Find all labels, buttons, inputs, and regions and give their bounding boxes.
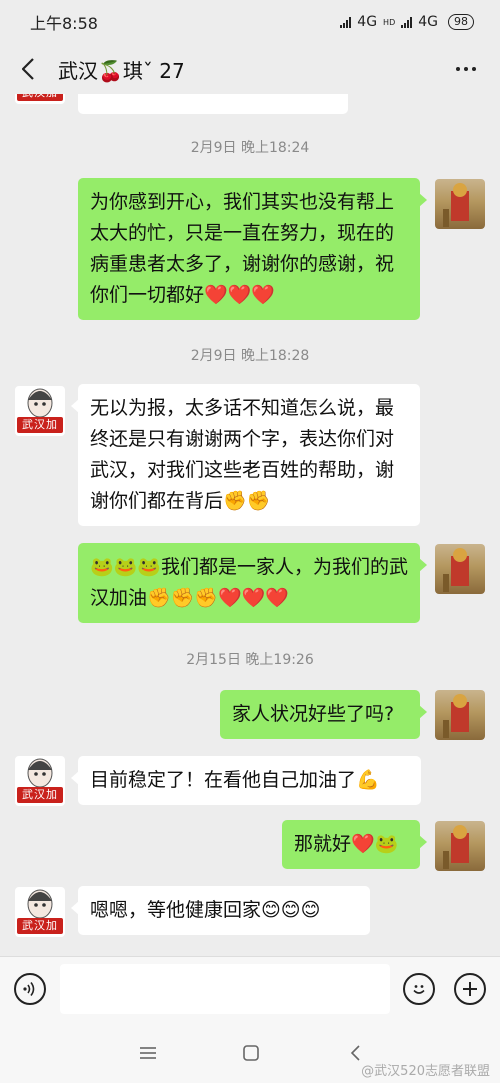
avatar-badge: 武汉加油: [17, 787, 63, 806]
message-text: 🐸🐸🐸我们都是一家人，为我们的武汉加油✊✊✊❤️❤️❤️: [90, 556, 408, 609]
avatar-self[interactable]: [435, 179, 485, 229]
emoji-button[interactable]: [403, 973, 435, 1005]
message-bubble[interactable]: 无以为报，太多话不知道怎么说，最终还是只有谢谢两个字，表达你们对武汉，对我们这些…: [71, 384, 420, 526]
status-bar: 上午8:58 4G HD 4G 98: [0, 0, 500, 44]
message-text: 无以为报，太多话不知道怎么说，最终还是只有谢谢两个字，表达你们对武汉，对我们这些…: [90, 397, 395, 512]
message-bubble[interactable]: 嗯嗯，等他健康回家😊😊😊: [71, 886, 370, 935]
message-text: 目前稳定了！在看他自己加油了💪: [90, 769, 380, 791]
avatar[interactable]: 武汉加油: [15, 887, 65, 937]
avatar-badge: 武汉加油: [17, 417, 63, 436]
timestamp: 2月15日 晚上19:26: [186, 652, 314, 668]
avatar[interactable]: 武汉加油: [15, 386, 65, 436]
avatar-self[interactable]: [435, 544, 485, 594]
status-indicators: 4G HD 4G 98: [340, 14, 474, 30]
back-icon[interactable]: [18, 55, 38, 83]
avatar[interactable]: 武汉加油: [15, 756, 65, 806]
network-label-2: 4G: [418, 14, 438, 30]
message-text: 嗯嗯，等他健康回家😊😊😊: [90, 899, 321, 921]
signal-icon: [340, 16, 352, 28]
network-label-1: 4G: [357, 14, 378, 30]
avatar-self[interactable]: [435, 821, 485, 871]
system-navigation-bar: @武汉520志愿者联盟: [0, 1022, 500, 1083]
message-bubble[interactable]: 那就好❤️🐸: [282, 820, 427, 869]
girl-face-icon: [27, 758, 53, 788]
plus-icon: [463, 982, 477, 996]
home-icon[interactable]: [240, 1042, 262, 1064]
message-bubble[interactable]: 为你感到开心，我们其实也没有帮上太大的忙，只是一直在努力，现在的病重患者太多了，…: [78, 178, 427, 320]
girl-face-icon: [27, 889, 53, 919]
avatar[interactable]: 武汉加油: [15, 94, 65, 104]
timestamp: 2月9日 晚上18:24: [190, 140, 310, 156]
more-options-icon[interactable]: [450, 67, 482, 71]
watermark: @武汉520志愿者联盟: [361, 1064, 490, 1079]
chat-header: 武汉🍒琪ˇ 27: [0, 44, 500, 94]
message-text: 家人状况好些了吗?: [232, 703, 395, 725]
chat-messages[interactable]: 武汉加油 …… 2月9日 晚上18:24 为你感到开心，我们其实也没有帮上太大的…: [0, 94, 500, 956]
menu-icon[interactable]: [137, 1042, 159, 1064]
message-text: 那就好❤️🐸: [294, 833, 399, 855]
more-functions-button[interactable]: [454, 973, 486, 1005]
avatar-badge: 武汉加油: [17, 94, 63, 104]
message-bubble[interactable]: 目前稳定了！在看他自己加油了💪: [71, 756, 421, 805]
status-time: 上午8:58: [30, 14, 98, 33]
battery-icon: 98: [448, 14, 474, 30]
message-text: 为你感到开心，我们其实也没有帮上太大的忙，只是一直在努力，现在的病重患者太多了，…: [90, 191, 395, 306]
message-bubble[interactable]: 🐸🐸🐸我们都是一家人，为我们的武汉加油✊✊✊❤️❤️❤️: [78, 543, 427, 623]
chat-title: 武汉🍒琪ˇ 27: [58, 58, 185, 83]
message-bubble-partial[interactable]: ……: [78, 94, 348, 114]
girl-face-icon: [27, 388, 53, 418]
voice-icon: [23, 982, 35, 996]
smiley-icon: [413, 985, 425, 994]
input-bar: [0, 956, 500, 1022]
avatar-badge: 武汉加油: [17, 918, 63, 937]
avatar-self[interactable]: [435, 690, 485, 740]
message-bubble[interactable]: 家人状况好些了吗?: [220, 690, 427, 739]
hd-label: HD: [383, 17, 396, 27]
voice-input-button[interactable]: [14, 973, 46, 1005]
signal-icon-2: [401, 16, 413, 28]
message-input[interactable]: [60, 964, 390, 1014]
timestamp: 2月9日 晚上18:28: [190, 348, 310, 364]
